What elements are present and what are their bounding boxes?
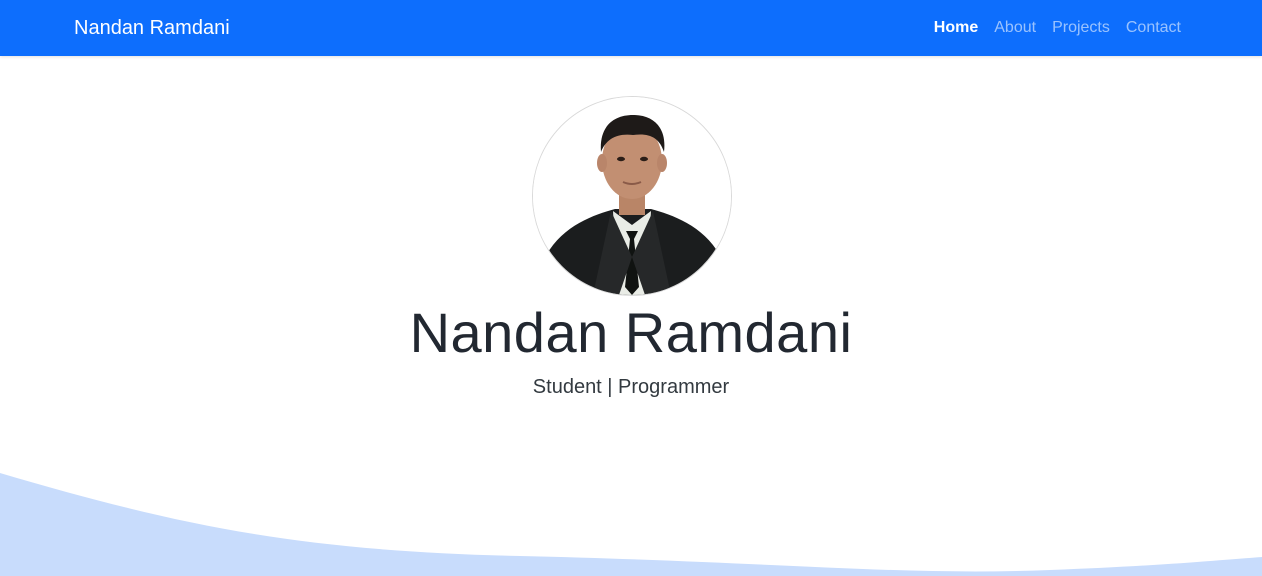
nav-link-about[interactable]: About: [994, 19, 1036, 36]
nav-item-projects: Projects: [1052, 18, 1110, 38]
nav-link-projects[interactable]: Projects: [1052, 19, 1110, 36]
nav-menu: Home About Projects Contact: [934, 18, 1181, 38]
nav-link-contact[interactable]: Contact: [1126, 19, 1181, 36]
brand-link[interactable]: Nandan Ramdani: [74, 16, 230, 40]
navbar: Nandan Ramdani Home About Projects Conta…: [0, 0, 1262, 56]
profile-avatar: [532, 96, 732, 296]
nav-item-contact: Contact: [1126, 18, 1181, 38]
nav-item-home: Home: [934, 18, 978, 38]
profile-photo-image: [533, 97, 731, 295]
nav-item-about: About: [994, 18, 1036, 38]
hero-tagline: Student | Programmer: [532, 376, 730, 398]
decorative-wave: [0, 473, 1262, 576]
nav-link-home[interactable]: Home: [934, 19, 978, 36]
hero-name-heading: Nandan Ramdani: [409, 301, 853, 364]
hero-section: Nandan Ramdani Student | Programmer: [0, 56, 1262, 576]
